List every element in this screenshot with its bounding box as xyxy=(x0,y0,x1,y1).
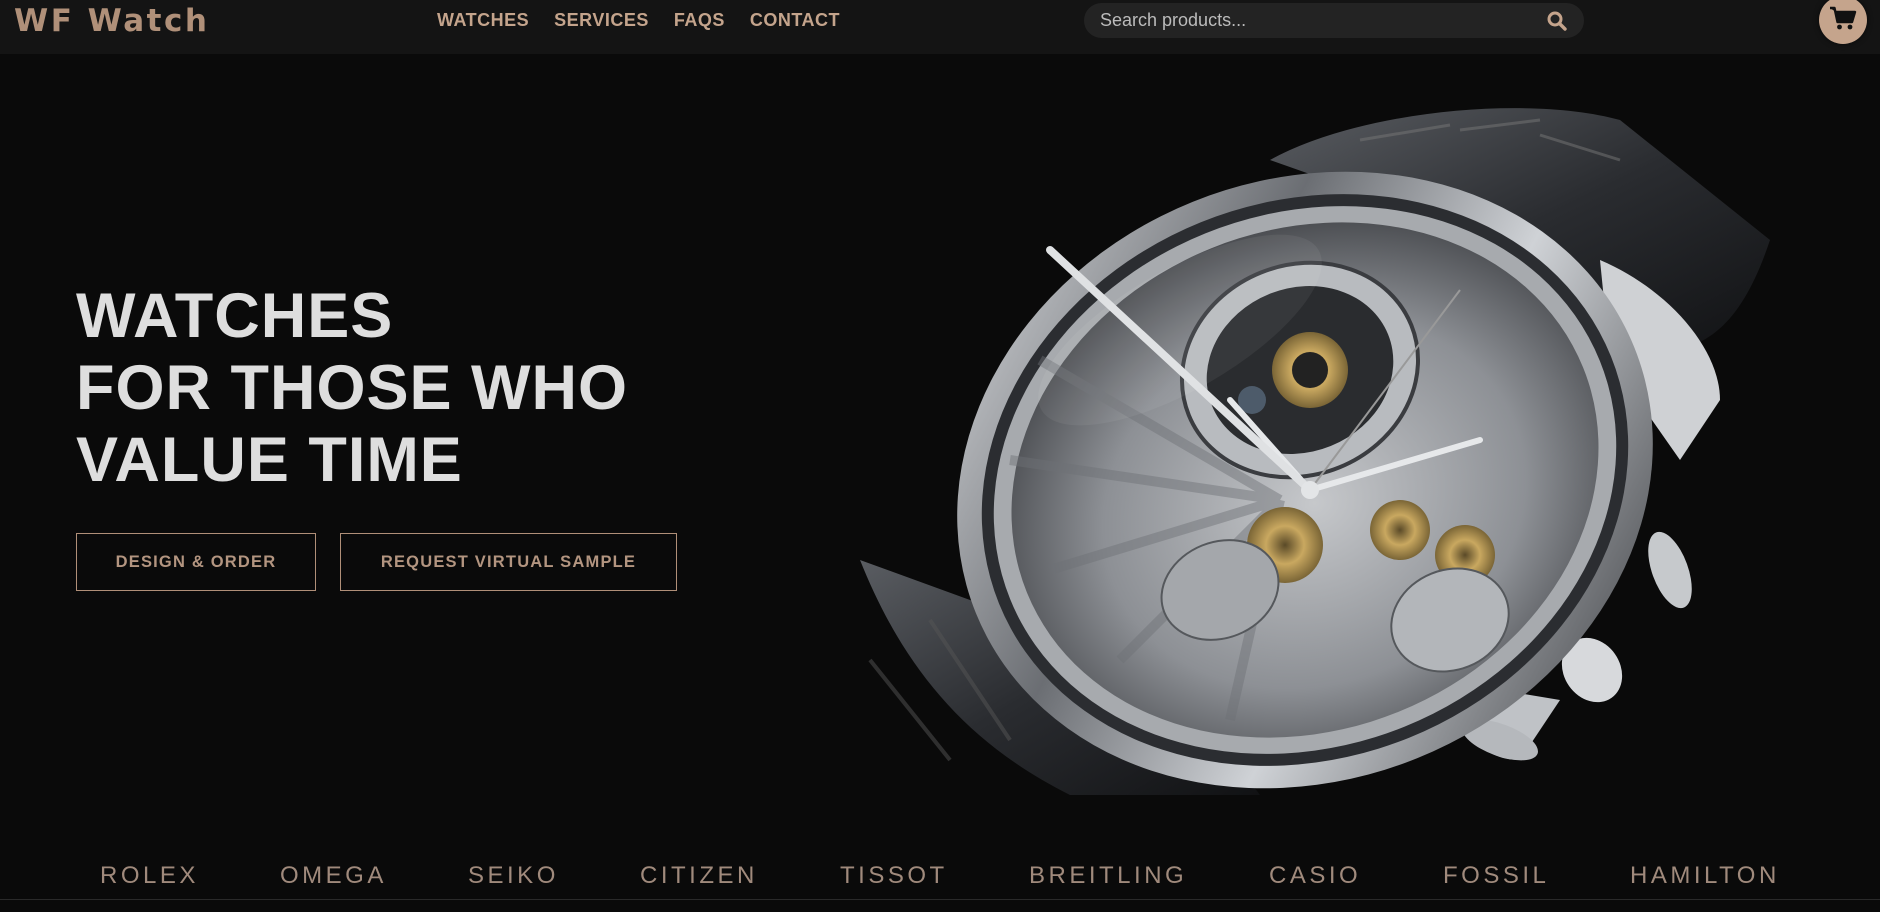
site-logo[interactable]: WF Watch xyxy=(14,3,209,39)
cart-button[interactable] xyxy=(1819,0,1867,44)
nav-watches[interactable]: WATCHES xyxy=(437,10,529,31)
brand-link-casio[interactable]: CASIO xyxy=(1269,862,1361,890)
main-nav: WATCHES SERVICES FAQS CONTACT xyxy=(437,10,840,31)
divider xyxy=(0,899,1880,900)
brand-link-hamilton[interactable]: HAMILTON xyxy=(1630,862,1780,890)
brand-link-breitling[interactable]: BREITLING xyxy=(1029,862,1187,890)
nav-contact[interactable]: CONTACT xyxy=(750,10,840,31)
brand-link-citizen[interactable]: CITIZEN xyxy=(640,862,758,890)
brand-link-omega[interactable]: OMEGA xyxy=(280,862,387,890)
brand-link-fossil[interactable]: FOSSIL xyxy=(1443,862,1549,890)
chronograph-watch-image xyxy=(860,108,1770,795)
hero-title-line: FOR THOSE WHO xyxy=(76,353,628,423)
brand-link-rolex[interactable]: ROLEX xyxy=(100,862,199,890)
brand-strip: ROLEX OMEGA SEIKO CITIZEN TISSOT BREITLI… xyxy=(0,862,1880,896)
search-icon[interactable] xyxy=(1540,4,1574,38)
nav-faqs[interactable]: FAQS xyxy=(674,10,725,31)
hero-title-line: WATCHES xyxy=(76,281,394,351)
nav-services[interactable]: SERVICES xyxy=(554,10,649,31)
top-navigation-bar: WF Watch WATCHES SERVICES FAQS CONTACT xyxy=(0,0,1880,54)
brand-link-tissot[interactable]: TISSOT xyxy=(840,862,948,890)
request-virtual-sample-button[interactable]: REQUEST VIRTUAL SAMPLE xyxy=(340,533,677,591)
design-order-button[interactable]: DESIGN & ORDER xyxy=(76,533,316,591)
search-input[interactable] xyxy=(1084,3,1540,38)
hero-title: WATCHES FOR THOSE WHO VALUE TIME xyxy=(76,280,628,496)
search-bar xyxy=(1084,3,1584,38)
brand-link-seiko[interactable]: SEIKO xyxy=(468,862,559,890)
hero-title-line: VALUE TIME xyxy=(76,425,463,495)
cart-icon xyxy=(1829,5,1857,36)
